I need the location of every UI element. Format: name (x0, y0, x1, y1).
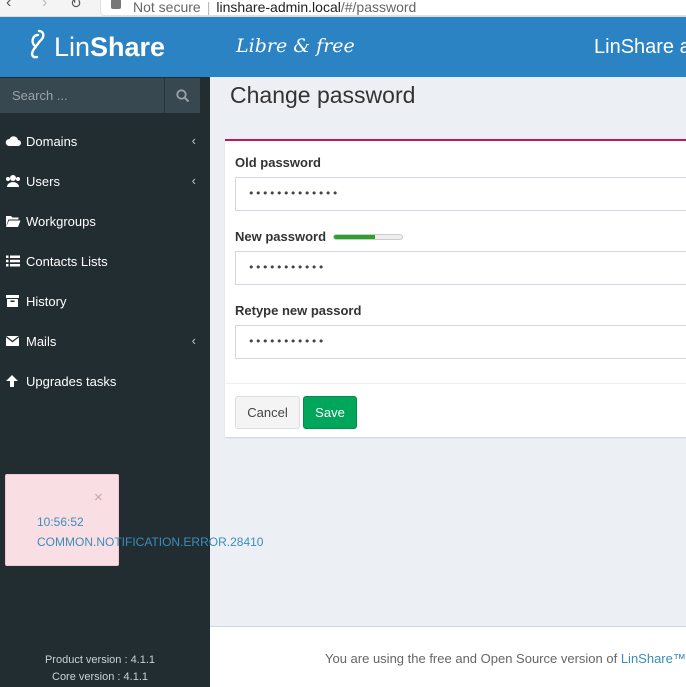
forward-icon[interactable]: › (42, 0, 47, 12)
retype-password-field[interactable]: ••••••••••• (235, 325, 686, 359)
address-bar[interactable]: Not secure | linshare-admin.local/#/passwo… (100, 0, 686, 16)
cloud-icon (5, 136, 21, 146)
sidebar-item-label: Workgroups (26, 213, 96, 229)
browser-toolbar: ‹ › ↻ Not secure | linshare-admin.local/#/… (0, 0, 686, 17)
linshare-link[interactable]: LinShare™, (621, 651, 686, 666)
envelope-icon (5, 335, 20, 346)
sidebar-item-upgrades-tasks[interactable]: Upgrades tasks (0, 361, 210, 401)
sidebar-item-label: History (26, 293, 67, 309)
password-strength-meter (333, 234, 403, 240)
search-input[interactable] (0, 78, 164, 113)
sidebar-search (0, 78, 200, 113)
sidebar-item-contacts-lists[interactable]: Contacts Lists (0, 241, 210, 281)
retype-password-label: Retype new passord (235, 303, 362, 318)
users-icon (6, 175, 20, 187)
sidebar-item-mails[interactable]: Mails ‹ (0, 321, 210, 361)
sidebar-item-users[interactable]: Users ‹ (0, 161, 210, 201)
new-password-field[interactable]: ••••••••••• (235, 251, 686, 285)
app-header: LinShare Libre & free LinShare a (0, 17, 686, 77)
error-notification: × 10:56:52 COMMON.NOTIFICATION.ERROR.284… (5, 474, 263, 566)
url-path: /#/password (340, 0, 417, 15)
sidebar-item-label: Contacts Lists (26, 253, 108, 269)
core-version: Core version : 4.1.1 (52, 671, 148, 683)
page-title: Change password (230, 82, 416, 108)
change-password-form: Old password ••••••••••••• New password … (225, 139, 686, 437)
notification-message: COMMON.NOTIFICATION.ERROR.28410 (37, 535, 264, 549)
page-footer: You are using the free and Open Source v… (210, 626, 686, 687)
sidebar-menu: Domains ‹ Users ‹ Workgroups Contacts Li… (0, 121, 210, 401)
chevron-left-icon: ‹ (191, 173, 196, 188)
logo-text: LinShare (54, 32, 166, 62)
search-icon (175, 88, 189, 102)
reload-icon[interactable]: ↻ (70, 0, 82, 12)
footer-text: You are using the free and Open Source v… (325, 651, 686, 666)
password-strength-fill (334, 235, 375, 239)
new-password-label: New password (235, 229, 327, 244)
notification-time: 10:56:52 (37, 515, 84, 529)
sidebar-item-domains[interactable]: Domains ‹ (0, 121, 210, 161)
sidebar-item-label: Upgrades tasks (26, 373, 117, 389)
old-password-field[interactable]: ••••••••••••• (235, 177, 686, 211)
footer-message: You are using the free and Open Source v… (325, 651, 621, 666)
folder-open-icon (6, 216, 21, 227)
sidebar: Domains ‹ Users ‹ Workgroups Contacts Li… (0, 77, 210, 687)
linshare-logo-icon (28, 29, 46, 66)
sidebar-item-label: Domains (26, 133, 78, 149)
url-text: Not secure | linshare-admin.local/#/passwo… (133, 0, 417, 15)
sidebar-item-history[interactable]: History (0, 281, 210, 321)
product-version: Product version : 4.1.1 (44, 654, 156, 666)
sidebar-item-workgroups[interactable]: Workgroups (0, 201, 210, 241)
form-divider (225, 383, 686, 384)
security-label: Not secure (133, 0, 201, 15)
header-title: LinShare a (594, 36, 686, 58)
cancel-button[interactable]: Cancel (235, 396, 300, 429)
sidebar-item-label: Users (26, 173, 60, 189)
close-icon[interactable]: × (94, 489, 103, 506)
linshare-logo[interactable]: LinShare (28, 29, 165, 66)
search-button[interactable] (164, 78, 200, 113)
chevron-left-icon: ‹ (191, 133, 196, 148)
warning-icon (111, 0, 121, 9)
arrow-up-icon (6, 375, 18, 387)
sidebar-item-label: Mails (26, 333, 57, 349)
save-button[interactable]: Save (303, 396, 357, 429)
list-icon (6, 255, 20, 267)
chevron-left-icon: ‹ (191, 333, 196, 348)
archive-icon (6, 295, 19, 307)
old-password-label: Old password (235, 155, 321, 170)
url-host: linshare-admin.local (216, 0, 341, 15)
back-icon[interactable]: ‹ (6, 0, 11, 12)
header-tagline: Libre & free (236, 35, 355, 57)
